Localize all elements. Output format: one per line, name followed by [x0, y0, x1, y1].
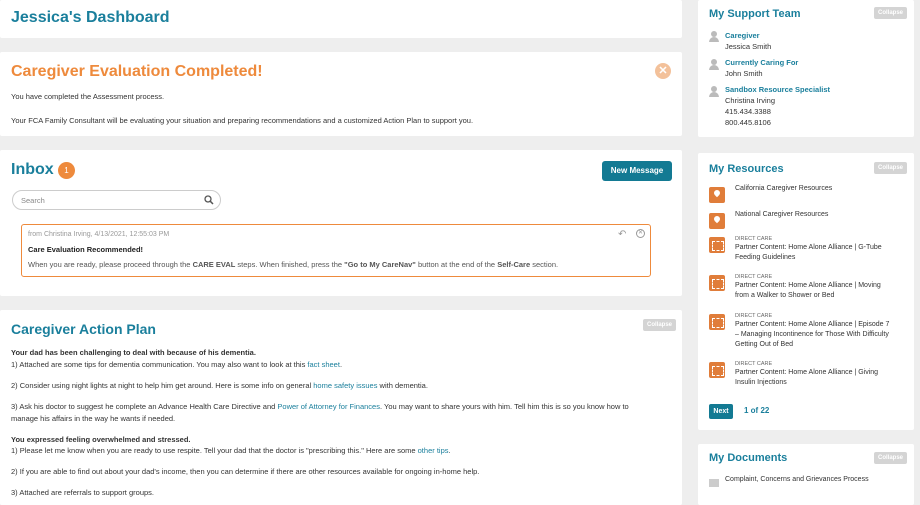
team-member-phone: 800.445.8106 — [725, 118, 771, 127]
home-safety-link[interactable]: home safety issues — [313, 381, 377, 390]
resources-card: My Resources Collapse California Caregiv… — [698, 153, 914, 430]
evaluation-card: Caregiver Evaluation Completed! ✕ You ha… — [0, 52, 682, 136]
video-icon — [709, 362, 725, 378]
documents-card: My Documents Collapse Complaint, Concern… — [698, 444, 914, 505]
resource-category: DIRECT CARE — [735, 236, 773, 242]
message-from: from Christina Irving, 4/13/2021, 12:55:… — [28, 231, 170, 238]
resource-category: DIRECT CARE — [735, 313, 773, 319]
person-icon — [709, 31, 719, 42]
collapse-button[interactable]: Collapse — [874, 452, 908, 464]
resource-category: DIRECT CARE — [735, 274, 773, 280]
plan-item: 1) Attached are some tips for dementia c… — [11, 360, 343, 369]
search-placeholder: Search — [21, 196, 45, 205]
plan-section-heading: Your dad has been challenging to deal wi… — [11, 348, 256, 357]
video-icon — [709, 237, 725, 253]
video-icon — [709, 275, 725, 291]
resource-link[interactable]: California Caregiver Resources — [735, 184, 907, 194]
person-icon — [709, 86, 719, 97]
support-team-title: My Support Team — [709, 8, 801, 20]
documents-title: My Documents — [709, 452, 788, 464]
evaluation-title: Caregiver Evaluation Completed! — [11, 63, 263, 80]
search-icon[interactable] — [204, 195, 214, 205]
plan-item: 2) Consider using night lights at night … — [11, 381, 428, 390]
team-role[interactable]: Currently Caring For — [725, 58, 798, 67]
person-icon — [709, 59, 719, 70]
collapse-button[interactable]: Collapse — [874, 162, 908, 174]
team-role[interactable]: Sandbox Resource Specialist — [725, 85, 830, 94]
team-member-name: Christina Irving — [725, 96, 776, 105]
message-subject: Care Evaluation Recommended! — [28, 245, 144, 254]
resources-title: My Resources — [709, 163, 784, 175]
resource-link[interactable]: National Caregiver Resources — [735, 210, 907, 220]
power-of-attorney-link[interactable]: Power of Attorney for Finances — [277, 402, 380, 411]
search-input[interactable]: Search — [12, 190, 221, 210]
message-body: When you are ready, please proceed throu… — [28, 260, 559, 269]
resource-link[interactable]: Partner Content: Home Alone Alliance | E… — [735, 320, 907, 350]
other-tips-link[interactable]: other tips — [418, 446, 449, 455]
inbox-count-badge: 1 — [58, 162, 75, 179]
collapse-button[interactable]: Collapse — [643, 319, 677, 331]
map-pin-icon — [709, 213, 725, 229]
inbox-message[interactable]: from Christina Irving, 4/13/2021, 12:55:… — [21, 224, 651, 277]
inbox-card: Inbox 1 New Message Search from Christin… — [0, 150, 682, 296]
resource-link[interactable]: Partner Content: Home Alone Alliance | M… — [735, 281, 907, 301]
resource-link[interactable]: Partner Content: Home Alone Alliance | G… — [735, 368, 907, 388]
close-icon[interactable]: ✕ — [636, 229, 645, 238]
reply-icon[interactable]: ↶ — [618, 229, 626, 240]
video-icon — [709, 314, 725, 330]
collapse-button[interactable]: Collapse — [874, 7, 908, 19]
plan-item: 1) Please let me know when you are ready… — [11, 446, 451, 455]
evaluation-line-2: Your FCA Family Consultant will be evalu… — [11, 116, 474, 125]
plan-item: 3) Ask his doctor to suggest he complete… — [11, 402, 629, 411]
plan-item: 2) If you are able to find out about you… — [11, 467, 480, 476]
document-icon — [709, 479, 719, 487]
resource-category: DIRECT CARE — [735, 361, 773, 367]
plan-section-heading: You expressed feeling overwhelmed and st… — [11, 435, 191, 444]
map-pin-icon — [709, 187, 725, 203]
inbox-title: Inbox — [11, 161, 54, 178]
resource-link[interactable]: Partner Content: Home Alone Alliance | G… — [735, 243, 907, 263]
plan-item: 3) Attached are referrals to support gro… — [11, 488, 154, 497]
evaluation-line-1: You have completed the Assessment proces… — [11, 92, 165, 101]
support-team-card: My Support Team Collapse Caregiver Jessi… — [698, 0, 914, 137]
close-icon[interactable]: ✕ — [655, 63, 671, 79]
plan-item-continued: manage his affairs in the way he wants i… — [11, 414, 176, 423]
team-role[interactable]: Caregiver — [725, 31, 760, 40]
new-message-button[interactable]: New Message — [602, 161, 672, 181]
fact-sheet-link[interactable]: fact sheet — [307, 360, 340, 369]
dashboard-header: Jessica's Dashboard — [0, 0, 682, 38]
next-page-button[interactable]: Next — [709, 404, 733, 419]
document-link[interactable]: Complaint, Concerns and Grievances Proce… — [725, 476, 869, 483]
action-plan-title: Caregiver Action Plan — [11, 321, 156, 337]
team-member-phone: 415.434.3388 — [725, 107, 771, 116]
team-member-name: John Smith — [725, 69, 763, 78]
page-title: Jessica's Dashboard — [11, 9, 170, 26]
action-plan-card: Caregiver Action Plan Collapse Your dad … — [0, 310, 682, 505]
page-indicator: 1 of 22 — [744, 406, 770, 415]
team-member-name: Jessica Smith — [725, 42, 772, 51]
